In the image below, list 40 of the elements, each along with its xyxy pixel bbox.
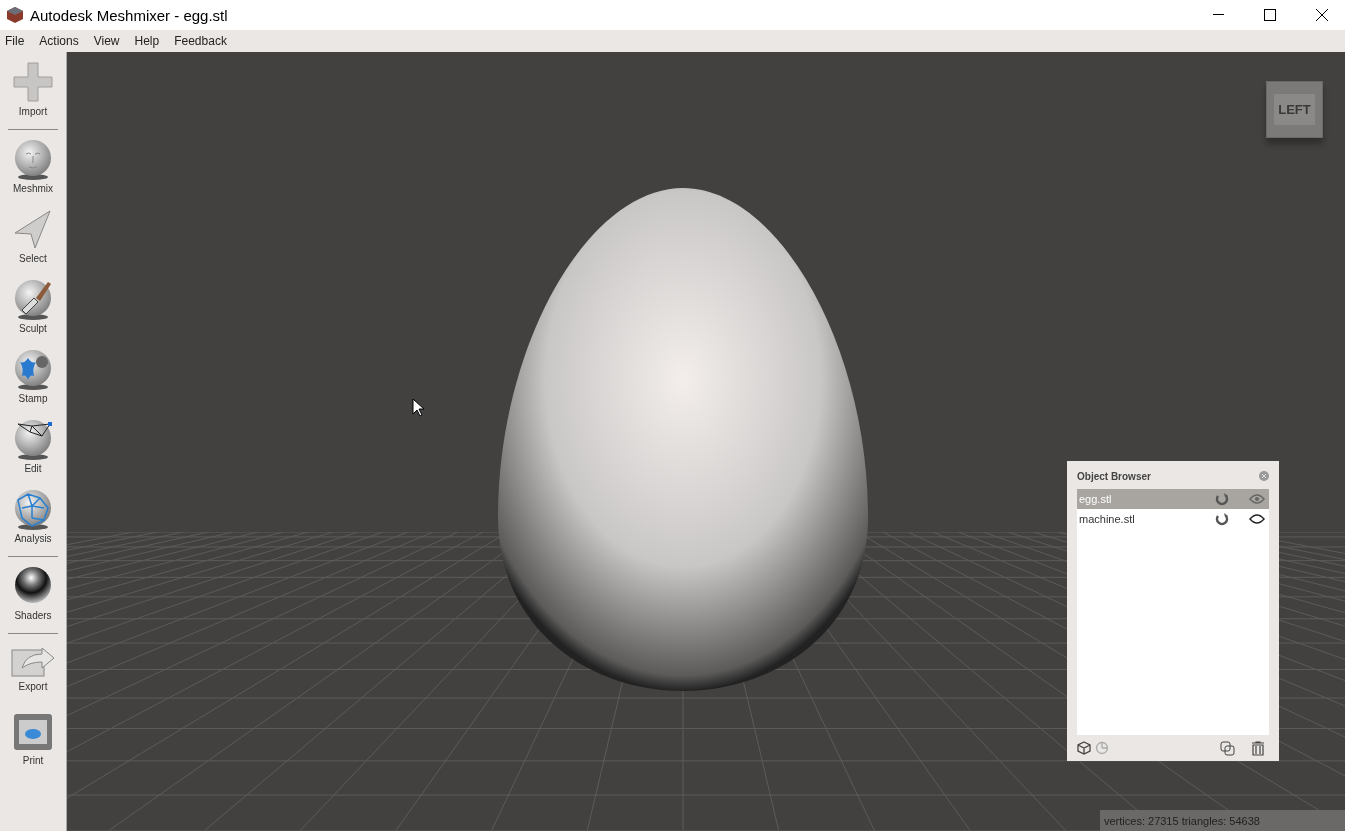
closed-eye-icon[interactable]	[1249, 514, 1265, 524]
magnet-icon[interactable]	[1215, 492, 1229, 506]
magnet-icon[interactable]	[1215, 512, 1229, 526]
maximize-icon[interactable]	[1264, 9, 1276, 21]
panel-title: Object Browser	[1077, 470, 1151, 482]
sphere-mesh-icon	[12, 488, 54, 530]
menu-item[interactable]: Feedback	[174, 34, 227, 48]
status-text: vertices: 27315 triangles: 54638	[1104, 814, 1260, 827]
tool-label[interactable]: Export	[18, 681, 48, 692]
tool-label[interactable]: Stamp	[18, 393, 48, 404]
window-title: Autodesk Meshmixer - egg.stl	[30, 6, 229, 24]
close-icon[interactable]	[1316, 9, 1328, 21]
cube-icon[interactable]	[1077, 741, 1091, 755]
printer-icon	[12, 712, 54, 752]
plus-icon	[12, 61, 54, 103]
object-name: machine.stl	[1079, 513, 1136, 525]
object-name: egg.stl	[1079, 493, 1113, 505]
face-sphere-icon	[12, 138, 54, 180]
tool-label[interactable]: Meshmix	[13, 183, 53, 194]
pointer-arrow-icon	[12, 208, 54, 250]
mouse-cursor-icon	[412, 398, 424, 417]
view-cube-label: LEFT	[1274, 94, 1315, 125]
menu-item[interactable]: Actions	[39, 34, 79, 48]
trash-icon[interactable]	[1251, 740, 1265, 756]
sphere-brush-icon	[12, 278, 54, 320]
tool-label[interactable]: Analysis	[14, 533, 52, 544]
tool-label[interactable]: Shaders	[14, 610, 52, 621]
menu-item[interactable]: View	[93, 34, 120, 48]
duplicate-icon[interactable]	[1220, 740, 1235, 756]
tool-label[interactable]: Sculpt	[19, 323, 47, 334]
tool-label[interactable]: Edit	[24, 463, 42, 474]
minimize-icon[interactable]	[1212, 14, 1224, 16]
sphere-stamp-icon	[12, 348, 54, 390]
tool-label[interactable]: Select	[19, 253, 47, 264]
menu-item[interactable]: Help	[134, 34, 160, 48]
sphere-wire-icon	[12, 418, 54, 460]
menu-item[interactable]: File	[5, 34, 25, 48]
tool-label[interactable]: Import	[18, 106, 48, 117]
app-logo-icon	[6, 6, 24, 24]
tool-label[interactable]: Print	[22, 755, 44, 766]
